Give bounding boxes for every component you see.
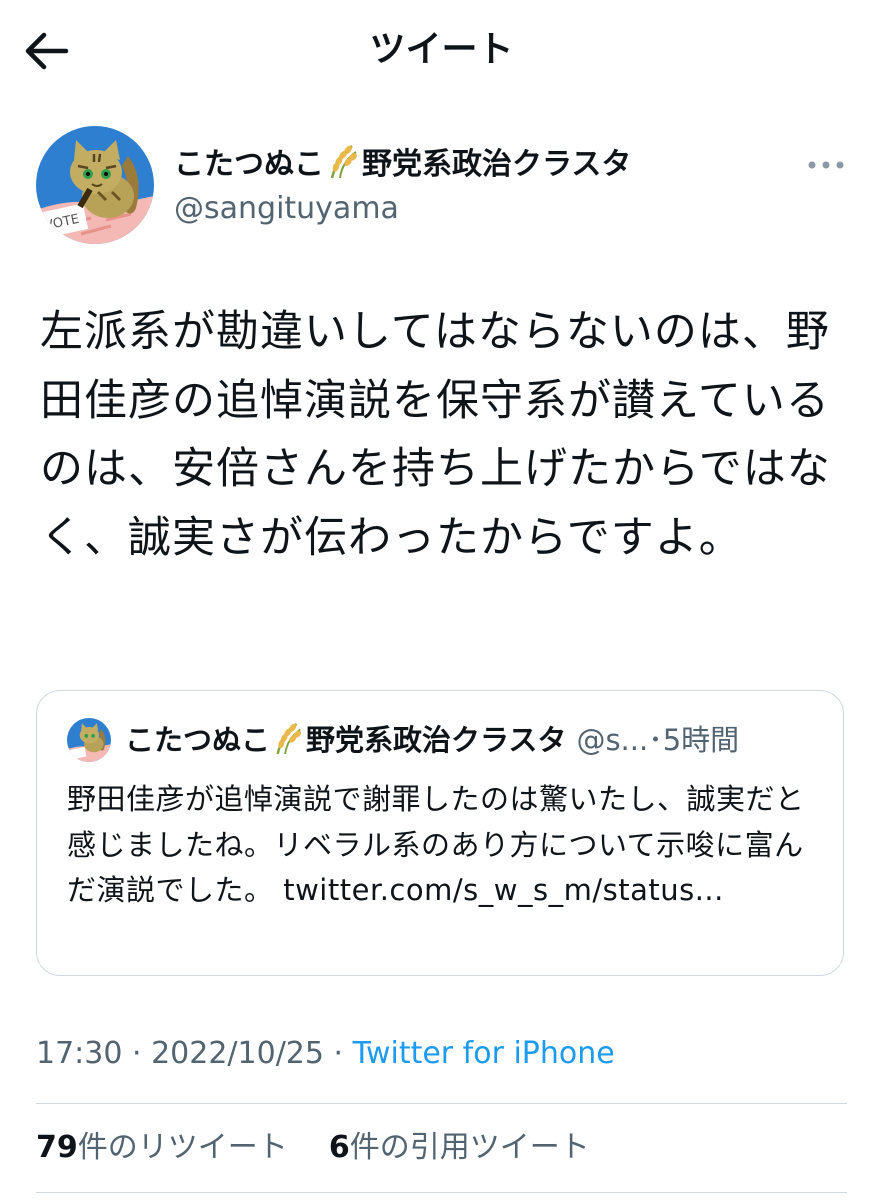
more-options-button[interactable] <box>806 150 846 180</box>
author-name[interactable]: こたつぬこ 野党系政治クラスタ <box>174 142 631 187</box>
rice-plant-icon <box>326 142 360 180</box>
quote-meta: @s...･5時間 <box>576 723 740 757</box>
quotes-count: 6 <box>328 1130 350 1165</box>
tweet-text: 左派系が勘違いしてはならないのは、野田佳彦の追悼演説を保守系が讃えているのは、安… <box>40 307 831 563</box>
tweet-stats: 79件のリツイート 6件の引用ツイート <box>36 1126 590 1170</box>
quotes-stat[interactable]: 6件の引用ツイート <box>329 1130 590 1165</box>
quotes-label: 件の引用ツイート <box>349 1130 590 1165</box>
quote-text: 野田佳彦が追悼演説で謝罪したのは驚いたし、誠実だと感じましたね。リベラル系のあり… <box>67 782 805 907</box>
source-link[interactable]: Twitter for iPhone <box>353 1036 615 1071</box>
quote-avatar <box>67 718 111 762</box>
author-handle[interactable]: @sangituyama <box>174 188 399 230</box>
cat-avatar-small-icon <box>67 718 111 762</box>
author-name-part1: こたつぬこ <box>174 147 324 182</box>
quote-author-name-part2: 野党系政治クラスタ <box>306 723 567 757</box>
retweets-count: 79 <box>36 1130 78 1165</box>
timestamp-text: 17:30 · 2022/10/25 · <box>36 1036 353 1071</box>
quoted-tweet-card[interactable]: こたつぬこ 野党系政治クラスタ @s...･5時間 野田佳彦が追悼演説で謝罪したのは… <box>36 690 844 976</box>
author-name-part2: 野党系政治クラスタ <box>362 147 632 182</box>
quote-author-name-part1: こたつぬこ <box>125 723 271 757</box>
tweet-timestamp: 17:30 · 2022/10/25 · Twitter for iPhone <box>36 1032 615 1076</box>
quote-header: こたつぬこ 野党系政治クラスタ @s...･5時間 <box>125 719 739 761</box>
retweets-stat[interactable]: 79件のリツイート <box>36 1130 288 1165</box>
retweets-label: 件のリツイート <box>77 1130 288 1165</box>
top-bar: ツイート <box>0 0 883 100</box>
rice-plant-icon <box>272 720 304 756</box>
divider <box>36 1192 847 1193</box>
author-avatar[interactable]: VOTE <box>36 126 154 244</box>
cat-avatar-icon: VOTE <box>36 126 154 244</box>
divider <box>36 1103 847 1104</box>
more-dots-icon <box>808 161 844 169</box>
page-title: ツイート <box>369 29 514 70</box>
